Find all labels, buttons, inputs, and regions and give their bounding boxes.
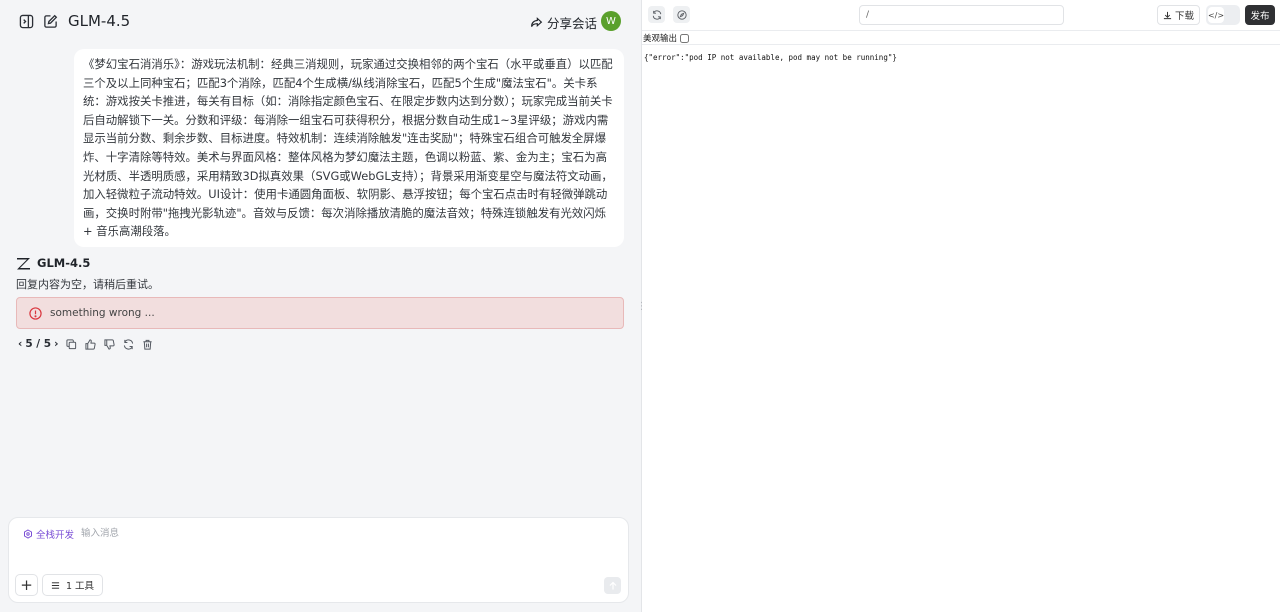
mode-label: 全栈开发 [36, 530, 75, 541]
refresh-icon[interactable] [648, 6, 665, 23]
pretty-print-checkbox[interactable] [680, 33, 690, 43]
download-icon [1163, 11, 1172, 19]
assistant-empty-reply: 回复内容为空，请稍后重试。 [16, 278, 159, 291]
pretty-print-option[interactable]: 美观输出 [643, 32, 690, 44]
message-composer: 全栈开发 + 1 工具 [8, 517, 629, 603]
next-response-icon[interactable]: › [54, 338, 58, 350]
code-icon: </> [1208, 7, 1224, 23]
prev-response-icon[interactable]: ‹ [18, 338, 22, 350]
new-chat-icon[interactable] [42, 13, 58, 29]
error-banner: something wrong ... [16, 297, 624, 329]
download-button[interactable]: 下载 [1157, 5, 1200, 25]
assistant-header: GLM-4.5 [16, 256, 90, 270]
share-icon [531, 17, 543, 28]
pager-label: 5 / 5 [25, 338, 52, 350]
regenerate-icon[interactable] [122, 338, 134, 350]
sidebar-toggle-icon[interactable] [18, 13, 34, 29]
user-message: 《梦幻宝石消消乐》：游戏玩法机制：经典三消规则，玩家通过交换相邻的两个宝石（水平… [74, 49, 624, 247]
preview-url-field[interactable] [859, 5, 1064, 25]
user-avatar[interactable]: W [601, 11, 621, 31]
compass-icon[interactable] [673, 6, 690, 23]
list-icon [51, 581, 60, 589]
download-label: 下载 [1174, 11, 1194, 22]
chat-pane: GLM-4.5 分享会话 W 《梦幻宝石消消乐》：游戏玩法机制：经典三消规则，玩… [0, 0, 641, 612]
delete-icon[interactable] [141, 338, 153, 350]
preview-output: {"error":"pod IP not available, pod may … [644, 53, 897, 62]
add-attachment-button[interactable]: + [15, 574, 38, 596]
response-pager: ‹ 5 / 5 › [18, 338, 58, 350]
preview-toolbar: 下载 </> 发布 [642, 0, 1280, 30]
output-separator [642, 44, 1280, 45]
preview-pane: 下载 </> 发布 美观输出 {"error":"pod IP not avai… [642, 0, 1280, 612]
copy-icon[interactable] [65, 338, 77, 350]
share-button[interactable]: 分享会话 [530, 13, 597, 32]
error-text: something wrong ... [50, 307, 155, 319]
message-actions: ‹ 5 / 5 › [18, 338, 153, 350]
code-view-toggle[interactable]: </> [1206, 5, 1240, 25]
chat-header: GLM-4.5 分享会话 W [0, 0, 641, 42]
share-label: 分享会话 [547, 16, 598, 31]
thumbs-up-icon[interactable] [84, 338, 96, 350]
assistant-name: GLM-4.5 [37, 256, 91, 270]
toolbar-separator [642, 30, 1280, 31]
send-icon [609, 581, 616, 589]
send-button[interactable] [604, 577, 621, 594]
fullstack-mode-icon [24, 529, 32, 539]
tools-button[interactable]: 1 工具 [42, 574, 103, 596]
publish-button[interactable]: 发布 [1245, 5, 1275, 25]
tools-label: 1 工具 [65, 581, 95, 592]
pretty-print-label: 美观输出 [643, 34, 678, 44]
model-title[interactable]: GLM-4.5 [68, 12, 130, 30]
zhipu-logo-icon [17, 257, 30, 269]
thumbs-down-icon[interactable] [103, 338, 115, 350]
message-input[interactable] [81, 525, 601, 541]
mode-tag[interactable]: 全栈开发 [23, 527, 74, 541]
error-icon [29, 306, 42, 320]
